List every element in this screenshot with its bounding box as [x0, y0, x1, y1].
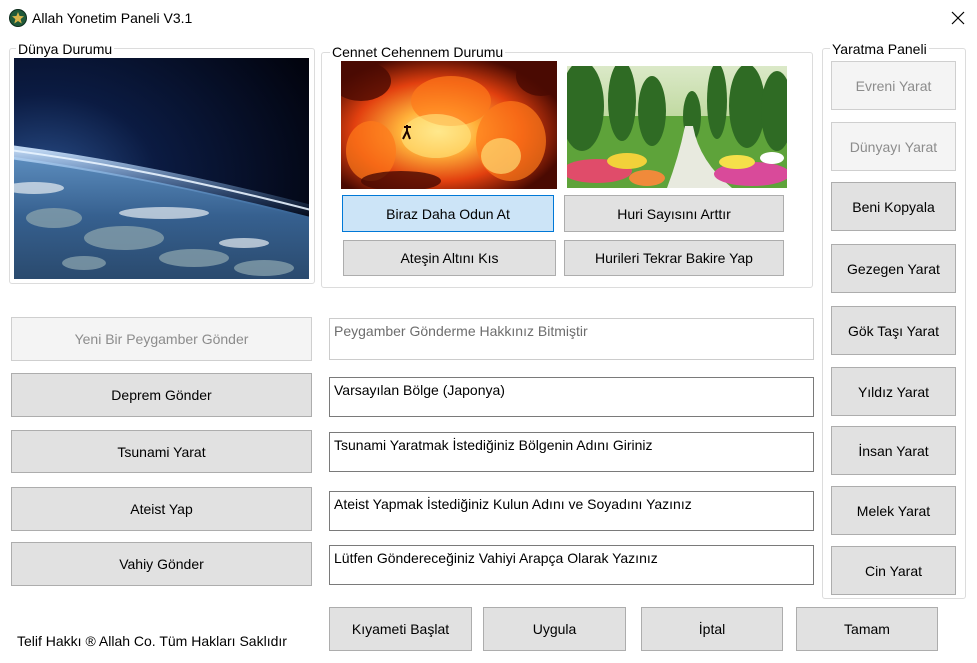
atheist-name-field[interactable]: Ateist Yapmak İstediğiniz Kulun Adını ve… — [329, 491, 814, 531]
earthquake-region-field[interactable]: Varsayılan Bölge (Japonya) — [329, 377, 814, 417]
clone-me-button[interactable]: Beni Kopyala — [831, 182, 956, 231]
send-prophet-button[interactable]: Yeni Bir Peygamber Gönder — [11, 317, 312, 361]
world-status-label: Dünya Durumu — [16, 41, 115, 57]
app-emblem-icon — [9, 9, 27, 27]
ok-button[interactable]: Tamam — [796, 607, 938, 651]
tsunami-region-field[interactable]: Tsunami Yaratmak İstediğiniz Bölgenin Ad… — [329, 432, 814, 472]
earth-orbit-image — [14, 58, 309, 279]
close-icon — [951, 11, 965, 25]
revelation-button[interactable]: Vahiy Gönder — [11, 542, 312, 586]
apocalypse-button[interactable]: Kıyameti Başlat — [329, 607, 472, 651]
create-jinn-button[interactable]: Cin Yarat — [831, 546, 956, 595]
create-star-button[interactable]: Yıldız Yarat — [831, 367, 956, 416]
close-button[interactable] — [943, 4, 973, 32]
heaven-garden-image — [567, 66, 787, 188]
create-universe-button[interactable]: Evreni Yarat — [831, 61, 956, 110]
prophet-field[interactable]: Peygamber Gönderme Hakkınız Bitmiştir — [329, 318, 814, 360]
lower-fire-button[interactable]: Ateşin Altını Kıs — [343, 240, 556, 276]
hell-fire-image — [341, 61, 557, 189]
earthquake-button[interactable]: Deprem Gönder — [11, 373, 312, 417]
atheist-button[interactable]: Ateist Yap — [11, 487, 312, 531]
create-planet-button[interactable]: Gezegen Yarat — [831, 244, 956, 293]
reset-huri-button[interactable]: Hurileri Tekrar Bakire Yap — [564, 240, 784, 276]
revelation-field[interactable]: Lütfen Göndereceğiniz Vahiyi Arapça Olar… — [329, 545, 814, 585]
apply-button[interactable]: Uygula — [483, 607, 626, 651]
add-wood-button[interactable]: Biraz Daha Odun At — [342, 195, 554, 232]
cancel-button[interactable]: İptal — [641, 607, 783, 651]
create-meteor-button[interactable]: Gök Taşı Yarat — [831, 306, 956, 355]
create-world-button[interactable]: Dünyayı Yarat — [831, 122, 956, 171]
heaven-hell-label: Cennet Cehennem Durumu — [330, 44, 506, 60]
create-angel-button[interactable]: Melek Yarat — [831, 486, 956, 535]
window-title: Allah Yonetim Paneli V3.1 — [32, 10, 193, 26]
copyright-footer: Telif Hakkı ® Allah Co. Tüm Hakları Sakl… — [17, 633, 287, 649]
create-human-button[interactable]: İnsan Yarat — [831, 426, 956, 475]
increase-huri-button[interactable]: Huri Sayısını Arttır — [564, 195, 784, 232]
tsunami-button[interactable]: Tsunami Yarat — [11, 430, 312, 473]
creation-panel-label: Yaratma Paneli — [830, 41, 929, 57]
